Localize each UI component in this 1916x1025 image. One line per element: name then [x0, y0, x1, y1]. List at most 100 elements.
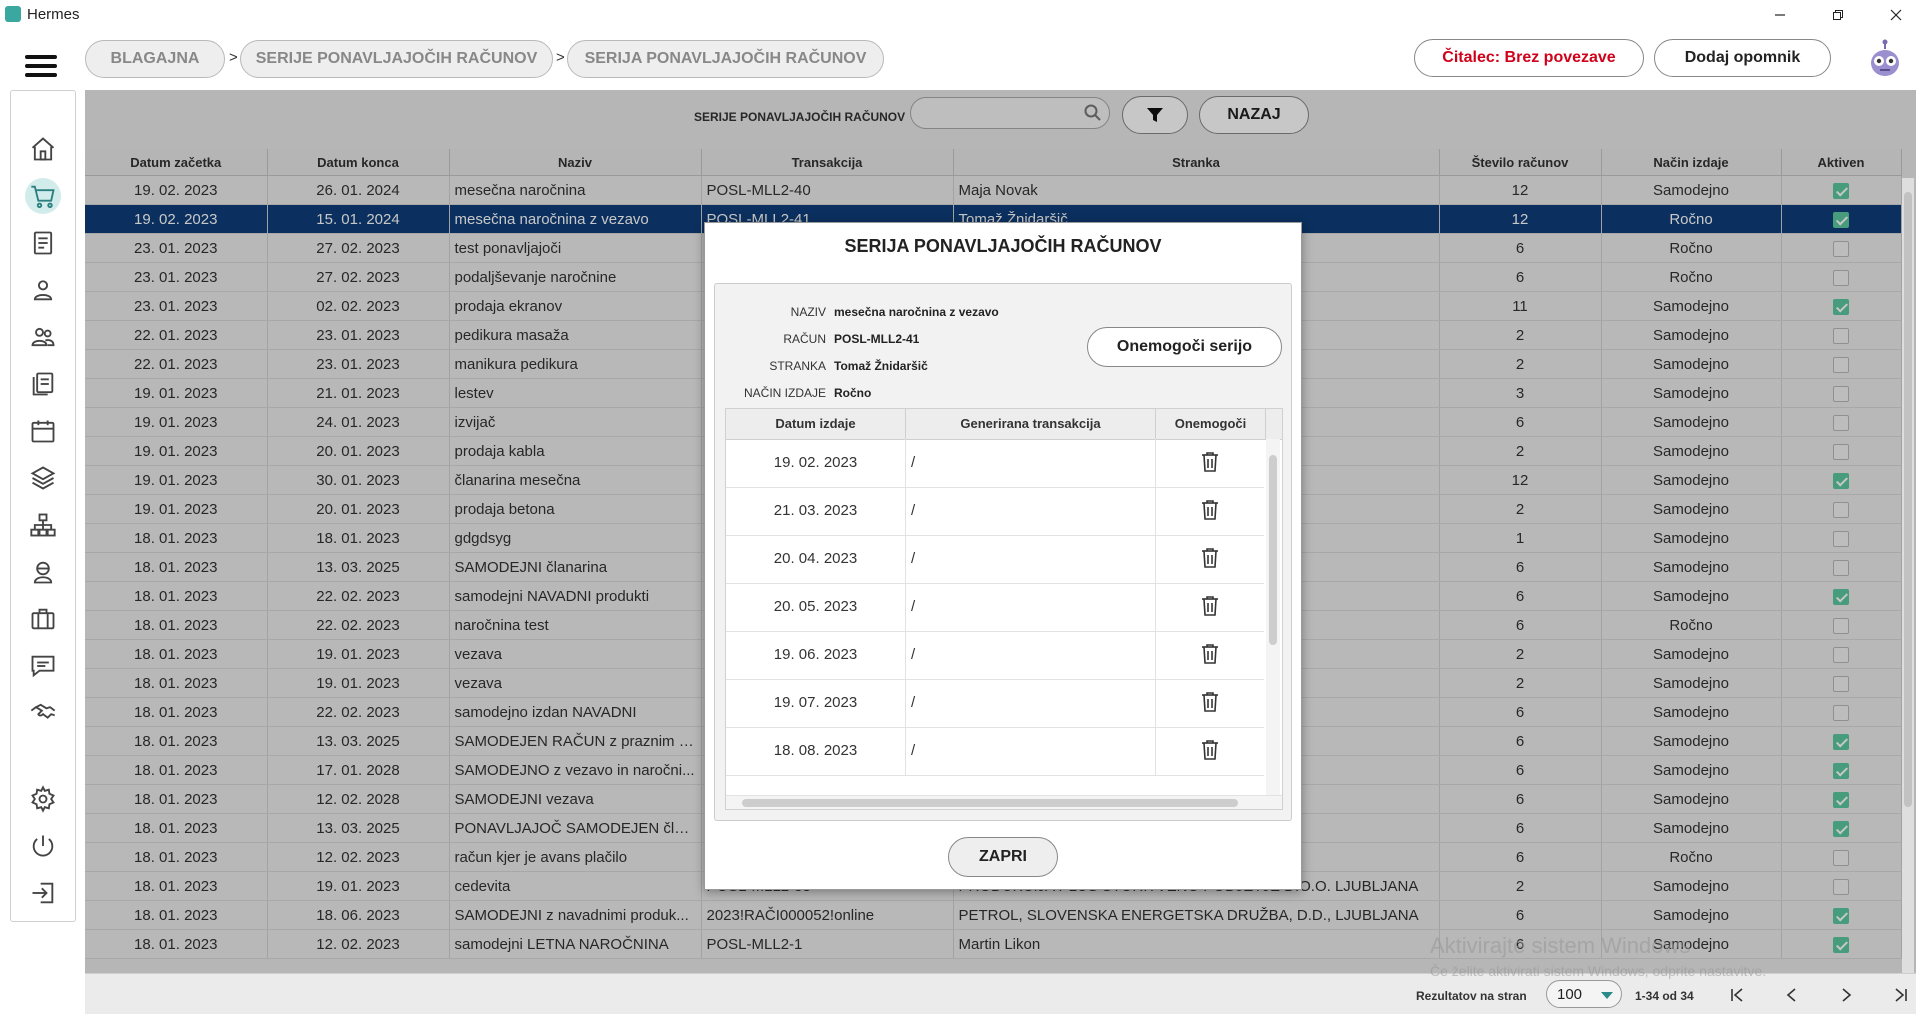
disable-cell: [1156, 439, 1264, 487]
calendar-icon[interactable]: [25, 413, 61, 449]
rows-per-page-select[interactable]: 100: [1546, 980, 1622, 1008]
generated-transaction: /: [906, 535, 1156, 583]
issue-date: 20. 05. 2023: [726, 583, 906, 631]
issue-row[interactable]: 19. 02. 2023/: [726, 439, 1264, 488]
inner-scrollbar[interactable]: [1266, 439, 1280, 795]
disable-cell: [1156, 679, 1264, 727]
prev-page-icon[interactable]: [1780, 983, 1804, 1007]
add-reminder-button[interactable]: Dodaj opomnik: [1654, 39, 1831, 77]
field-value: POSL-MLL2-41: [834, 332, 920, 346]
generated-transaction: /: [906, 487, 1156, 535]
rows-per-page-label: Rezultatov na stran: [1416, 989, 1527, 1003]
breadcrumb-blagajna[interactable]: BLAGAJNA: [85, 40, 225, 78]
briefcase-icon[interactable]: [25, 601, 61, 637]
support-icon[interactable]: [25, 554, 61, 590]
breadcrumb-series[interactable]: SERIJA PONAVLJAJOČIH RAČUNOV: [567, 40, 884, 78]
close-window-icon[interactable]: [1876, 4, 1916, 26]
field-value: mesečna naročnina z vezavo: [834, 305, 999, 319]
disable-cell: [1156, 631, 1264, 679]
scrollbar-thumb[interactable]: [1269, 455, 1277, 645]
generated-transaction: /: [906, 679, 1156, 727]
logout-icon[interactable]: [25, 875, 61, 911]
minimize-icon[interactable]: [1760, 4, 1800, 26]
field-label: STRANKA: [769, 359, 826, 373]
disable-cell: [1156, 487, 1264, 535]
issue-dates-table: Datum izdaje Generirana transakcija Onem…: [725, 408, 1283, 810]
inner-horizontal-scrollbar[interactable]: [726, 795, 1282, 809]
user-icon[interactable]: [25, 272, 61, 308]
scrollbar-thumb[interactable]: [1904, 192, 1912, 807]
column-header[interactable]: Generirana transakcija: [906, 409, 1156, 439]
dialog-title: SERIJA PONAVLJAJOČIH RAČUNOV: [844, 236, 1162, 256]
next-page-icon[interactable]: [1834, 983, 1858, 1007]
issue-row[interactable]: 19. 06. 2023/: [726, 631, 1264, 680]
activation-watermark: Aktivirajte sistem Windows: [1430, 933, 1691, 958]
issue-date: 21. 03. 2023: [726, 487, 906, 535]
disable-series-button[interactable]: Onemogoči serijo: [1087, 327, 1282, 367]
app-logo-icon: [5, 6, 21, 22]
title-bar: Hermes: [0, 0, 1916, 30]
first-page-icon[interactable]: [1726, 983, 1750, 1007]
reader-status-button[interactable]: Čitalec: Brez povezave: [1414, 39, 1644, 77]
issue-date: 18. 08. 2023: [726, 727, 906, 775]
menu-icon[interactable]: [25, 55, 57, 77]
generated-transaction: /: [906, 439, 1156, 487]
chevron-down-icon: [1601, 992, 1613, 999]
generated-transaction: /: [906, 631, 1156, 679]
disable-cell: [1156, 727, 1264, 775]
issue-date: 19. 06. 2023: [726, 631, 906, 679]
field-value: Tomaž Žnidaršič: [834, 359, 928, 373]
handshake-icon[interactable]: [25, 695, 61, 731]
issue-row[interactable]: 19. 07. 2023/: [726, 679, 1264, 728]
issue-date: 20. 04. 2023: [726, 535, 906, 583]
issue-row[interactable]: 20. 04. 2023/: [726, 535, 1264, 584]
field-value: Ročno: [834, 386, 872, 400]
field-label: RAČUN: [783, 332, 826, 346]
field-label: NAZIV: [790, 305, 826, 319]
series-dialog: SERIJA PONAVLJAJOČIH RAČUNOV NAZIV mesečn…: [704, 222, 1302, 890]
restore-icon[interactable]: [1818, 4, 1858, 26]
field-label: NAČIN IZDAJE: [743, 386, 826, 400]
trash-icon[interactable]: [1200, 643, 1220, 665]
issue-row[interactable]: 18. 08. 2023/: [726, 727, 1264, 776]
disable-cell: [1156, 535, 1264, 583]
breadcrumb-series-list[interactable]: SERIJE PONAVLJAJOČIH RAČUNOV: [240, 40, 553, 78]
issue-row[interactable]: 20. 05. 2023/: [726, 583, 1264, 632]
column-header[interactable]: Onemogoči: [1156, 409, 1266, 439]
settings-icon[interactable]: [25, 781, 61, 817]
last-page-icon[interactable]: [1888, 983, 1912, 1007]
trash-icon[interactable]: [1200, 451, 1220, 473]
series-info-panel: NAZIV mesečna naročnina z vezavo RAČUN POS…: [714, 283, 1292, 821]
power-icon[interactable]: [25, 828, 61, 864]
close-button[interactable]: ZAPRI: [948, 837, 1058, 877]
table-scrollbar[interactable]: [1902, 178, 1914, 973]
trash-icon[interactable]: [1200, 739, 1220, 761]
layers-icon[interactable]: [25, 460, 61, 496]
column-header[interactable]: Datum izdaje: [726, 409, 906, 439]
table-header: Datum izdaje Generirana transakcija Onem…: [726, 409, 1282, 440]
documents-icon[interactable]: [25, 366, 61, 402]
avatar[interactable]: [1865, 39, 1905, 79]
trash-icon[interactable]: [1200, 691, 1220, 713]
issue-row[interactable]: 21. 03. 2023/: [726, 487, 1264, 536]
trash-icon[interactable]: [1200, 547, 1220, 569]
disable-cell: [1156, 583, 1264, 631]
activation-watermark-detail: Če želite aktivirati sistem Windows, odp…: [1430, 963, 1767, 979]
home-icon[interactable]: [25, 131, 61, 167]
network-icon[interactable]: [25, 507, 61, 543]
users-icon[interactable]: [25, 319, 61, 355]
breadcrumb-separator: >: [556, 49, 565, 66]
trash-icon[interactable]: [1200, 595, 1220, 617]
trash-icon[interactable]: [1200, 499, 1220, 521]
generated-transaction: /: [906, 583, 1156, 631]
scrollbar-thumb[interactable]: [742, 799, 1238, 807]
chat-icon[interactable]: [25, 648, 61, 684]
issue-date: 19. 02. 2023: [726, 439, 906, 487]
sidebar: [10, 90, 76, 922]
document-icon[interactable]: [25, 225, 61, 261]
rows-per-page-value: 100: [1557, 986, 1583, 1003]
issue-date: 19. 07. 2023: [726, 679, 906, 727]
cart-icon[interactable]: [25, 178, 61, 214]
generated-transaction: /: [906, 727, 1156, 775]
pagination-bar: Rezultatov na stran 100 1-34 od 34: [85, 973, 1916, 1014]
